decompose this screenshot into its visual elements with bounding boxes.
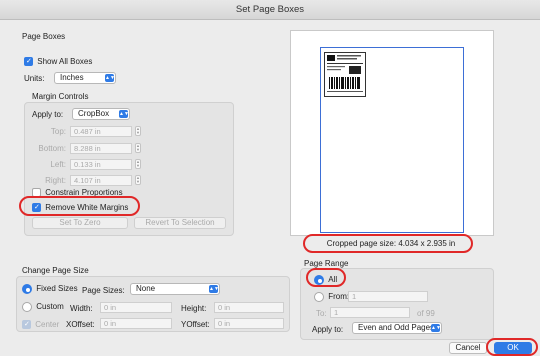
yoffset-label: YOffset: <box>181 320 210 329</box>
from-field[interactable]: 1 <box>348 291 428 302</box>
apply-to-select[interactable]: CropBox ▲▼ <box>72 108 130 120</box>
units-select[interactable]: Inches ▲▼ <box>54 72 116 84</box>
xoffset-label: XOffset: <box>66 320 95 329</box>
shipping-label-thumbnail <box>324 52 366 97</box>
annotation-circle <box>303 234 473 253</box>
top-stepper[interactable]: ▲ ▼ <box>135 126 141 136</box>
annotation-circle <box>486 338 538 356</box>
bottom-stepper[interactable]: ▲ ▼ <box>135 143 141 153</box>
top-label: Top: <box>50 127 66 136</box>
page-sizes-select[interactable]: None ▲▼ <box>130 283 220 295</box>
show-all-boxes-checkbox[interactable]: Show All Boxes <box>24 57 93 67</box>
height-label: Height: <box>181 304 207 313</box>
select-arrows-icon: ▲▼ <box>105 74 115 82</box>
annotation-circle <box>306 268 346 287</box>
page-range-apply-to-label: Apply to: <box>312 325 344 334</box>
cancel-button[interactable]: Cancel <box>449 342 487 354</box>
window-title: Set Page Boxes <box>0 0 540 20</box>
page-count-label: of 99 <box>417 309 435 318</box>
set-to-zero-button[interactable]: Set To Zero <box>32 217 128 229</box>
page-sizes-value: None <box>136 284 156 293</box>
right-field[interactable]: 4.107 in <box>70 175 132 186</box>
center-checkbox[interactable]: Center <box>22 320 60 330</box>
to-field[interactable]: 1 <box>330 307 410 318</box>
top-field[interactable]: 0.487 in <box>70 126 132 137</box>
revert-to-selection-button[interactable]: Revert To Selection <box>134 217 226 229</box>
height-field[interactable]: 0 in <box>214 302 284 313</box>
units-value: Inches <box>60 73 84 82</box>
width-field[interactable]: 0 in <box>100 302 172 313</box>
xoffset-field[interactable]: 0 in <box>100 318 172 329</box>
custom-radio[interactable]: Custom <box>22 302 64 312</box>
bottom-label: Bottom: <box>38 144 66 153</box>
select-arrows-icon: ▲▼ <box>209 285 219 293</box>
page-boxes-label: Page Boxes <box>22 32 66 41</box>
fixed-sizes-radio[interactable]: Fixed Sizes <box>22 284 78 294</box>
checkbox-checked-disabled-icon <box>22 320 31 330</box>
radio-unselected-icon <box>22 302 32 312</box>
bottom-field[interactable]: 8.288 in <box>70 143 132 154</box>
change-page-size-label: Change Page Size <box>22 266 89 275</box>
from-radio[interactable]: From: <box>314 292 349 302</box>
page-range-apply-to-select[interactable]: Even and Odd Pages ▲▼ <box>352 322 442 334</box>
right-label: Right: <box>45 176 66 185</box>
left-label: Left: <box>50 160 66 169</box>
center-label: Center <box>35 320 60 329</box>
select-arrows-icon: ▲▼ <box>431 324 441 332</box>
shipping-label-image <box>327 55 363 92</box>
page-range-label: Page Range <box>304 259 349 268</box>
select-arrows-icon: ▲▼ <box>119 110 129 118</box>
custom-label: Custom <box>36 302 64 312</box>
margin-controls-label: Margin Controls <box>32 92 89 101</box>
left-field[interactable]: 0.133 in <box>70 159 132 170</box>
radio-selected-icon <box>22 284 32 294</box>
radio-unselected-icon <box>314 292 324 302</box>
annotation-circle <box>19 196 140 216</box>
apply-to-value: CropBox <box>78 109 110 118</box>
page-range-apply-to-value: Even and Odd Pages <box>358 323 435 332</box>
left-stepper[interactable]: ▲ ▼ <box>135 159 141 169</box>
fixed-sizes-label: Fixed Sizes <box>36 284 78 294</box>
from-label: From: <box>328 292 350 302</box>
width-label: Width: <box>70 304 93 313</box>
page-sizes-label: Page Sizes: <box>82 286 125 295</box>
apply-to-label: Apply to: <box>32 110 64 119</box>
checkbox-checked-icon <box>24 57 33 67</box>
show-all-boxes-label: Show All Boxes <box>37 57 93 66</box>
right-stepper[interactable]: ▲ ▼ <box>135 175 141 185</box>
to-label: To: <box>316 309 327 318</box>
yoffset-field[interactable]: 0 in <box>214 318 284 329</box>
units-label: Units: <box>24 74 45 83</box>
